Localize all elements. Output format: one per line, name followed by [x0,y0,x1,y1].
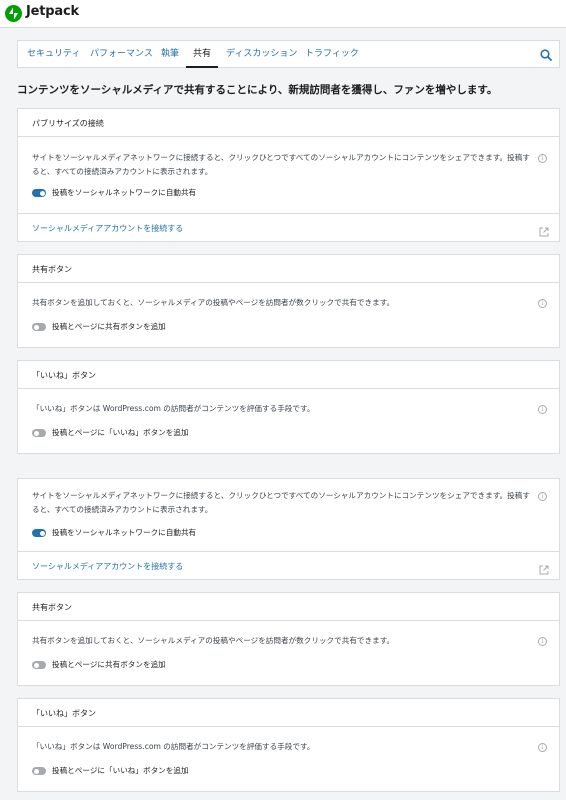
jetpack-bolt-icon [5,5,22,22]
page-headline: コンテンツをソーシャルメディアで共有することにより、新規訪問者を獲得し、ファンを… [17,84,498,96]
toggle-label: 投稿とページに「いいね」ボタンを追加 [52,428,189,437]
toggle-label: 投稿とページに「いいね」ボタンを追加 [52,766,189,775]
likes-toggle[interactable] [32,429,46,437]
publicize-card: サイトをソーシャルメディアネットワークに接続すると、クリックひとつですべてのソー… [17,478,560,580]
card-description: 「いいね」ボタンは WordPress.com の訪問者がコンテンツを評価する手… [32,404,315,413]
info-icon[interactable]: i [538,299,547,308]
card-title: 共有ボタン [32,265,72,274]
toggle-label: 投稿とページに共有ボタンを追加 [52,322,166,331]
card-header: 「いいね」ボタン [18,699,559,727]
info-icon[interactable]: i [538,405,547,414]
info-icon[interactable]: i [538,743,547,752]
auto-share-toggle[interactable] [32,529,46,537]
search-icon[interactable] [539,47,553,61]
external-link-icon [539,560,549,575]
info-icon[interactable]: i [538,637,547,646]
tab-sharing[interactable]: 共有 [186,41,218,68]
likes-card: 「いいね」ボタン 「いいね」ボタンは WordPress.com の訪問者がコン… [17,360,560,454]
toggle-label: 投稿とページに共有ボタンを追加 [52,660,166,669]
info-icon[interactable]: i [538,154,547,163]
card-header: 「いいね」ボタン [18,361,559,389]
card-title: 共有ボタン [32,603,72,612]
info-icon[interactable]: i [538,492,547,501]
tab-discussion[interactable]: ディスカッション [226,41,297,68]
publicize-card: パブリサイズの接続 サイトをソーシャルメディアネットワークに接続すると、クリック… [17,108,560,242]
sharing-buttons-card: 共有ボタン 共有ボタンを追加しておくと、ソーシャルメディアの投稿やページを訪問者… [17,592,560,686]
tab-security[interactable]: セキュリティ [27,41,80,68]
tab-writing[interactable]: 執筆 [161,41,179,68]
card-title: パブリサイズの接続 [32,119,104,128]
card-title: 「いいね」ボタン [32,709,96,718]
divider [18,213,559,214]
connect-accounts-link[interactable]: ソーシャルメディアアカウントを接続する [32,223,183,234]
tab-traffic[interactable]: トラフィック [305,41,359,68]
brand-name: Jetpack [26,4,79,19]
card-header: 共有ボタン [18,255,559,283]
auto-share-toggle[interactable] [32,189,46,197]
toggle-label: 投稿をソーシャルネットワークに自動共有 [52,188,197,197]
section-nav: セキュリティ パフォーマンス 執筆 共有 ディスカッション トラフィック [17,40,560,68]
card-header: 共有ボタン [18,593,559,621]
card-title: 「いいね」ボタン [32,371,96,380]
external-link-icon [539,222,549,237]
card-header: パブリサイズの接続 [18,109,559,137]
likes-card: 「いいね」ボタン 「いいね」ボタンは WordPress.com の訪問者がコン… [17,698,560,792]
toggle-label: 投稿をソーシャルネットワークに自動共有 [52,528,197,537]
tab-performance[interactable]: パフォーマンス [90,41,153,68]
sharing-buttons-toggle[interactable] [32,661,46,669]
likes-toggle[interactable] [32,767,46,775]
card-description: 「いいね」ボタンは WordPress.com の訪問者がコンテンツを評価する手… [32,742,315,751]
sharing-buttons-card: 共有ボタン 共有ボタンを追加しておくと、ソーシャルメディアの投稿やページを訪問者… [17,254,560,348]
card-description: 共有ボタンを追加しておくと、ソーシャルメディアの投稿やページを訪問者が数クリック… [32,636,395,645]
divider [18,551,559,552]
card-description: 共有ボタンを追加しておくと、ソーシャルメディアの投稿やページを訪問者が数クリック… [32,298,395,307]
card-description: サイトをソーシャルメディアネットワークに接続すると、クリックひとつですべてのソー… [32,491,530,514]
connect-accounts-link[interactable]: ソーシャルメディアアカウントを接続する [32,561,183,572]
top-bar: Jetpack [0,0,566,28]
sharing-buttons-toggle[interactable] [32,323,46,331]
card-description: サイトをソーシャルメディアネットワークに接続すると、クリックひとつですべてのソー… [32,153,530,176]
